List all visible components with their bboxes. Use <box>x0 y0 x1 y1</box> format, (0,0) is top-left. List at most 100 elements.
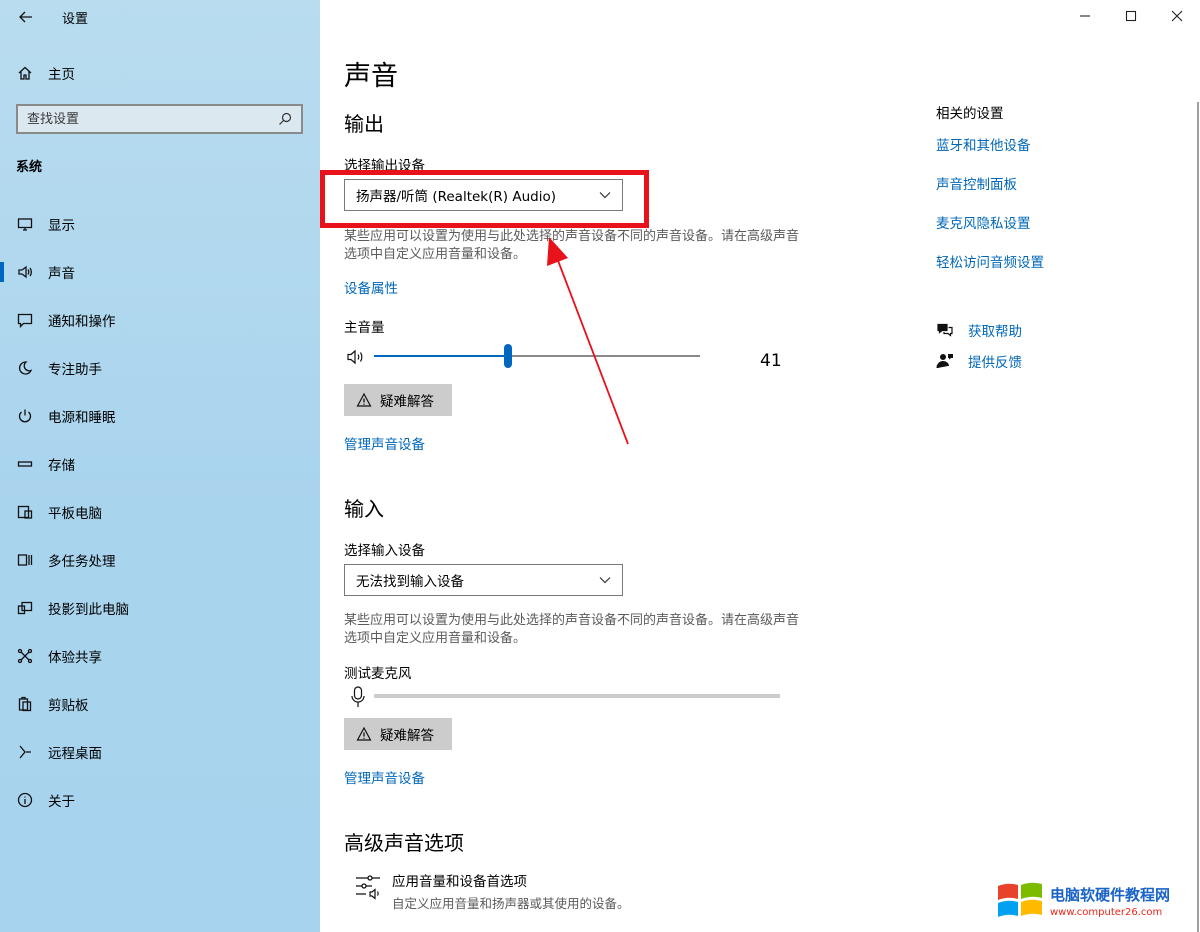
sidebar-item-label: 主页 <box>48 67 75 83</box>
output-heading: 输出 <box>344 112 384 136</box>
sound-control-panel-link[interactable]: 声音控制面板 <box>936 173 1044 212</box>
speaker-icon <box>16 263 34 281</box>
maximize-button[interactable] <box>1108 0 1154 32</box>
tablet-icon <box>16 503 34 521</box>
input-device-value: 无法找到输入设备 <box>356 574 464 590</box>
related-settings-title: 相关的设置 <box>936 106 1004 122</box>
give-feedback-label: 提供反馈 <box>968 354 1022 371</box>
sidebar-item-label: 远程桌面 <box>48 746 102 762</box>
windows-logo-icon <box>998 882 1042 917</box>
sidebar-item-label: 平板电脑 <box>48 506 102 522</box>
info-icon <box>16 791 34 809</box>
search-input[interactable] <box>27 111 267 127</box>
device-properties-link[interactable]: 设备属性 <box>344 277 398 297</box>
give-feedback-link[interactable]: 提供反馈 <box>936 345 1022 376</box>
moon-icon <box>16 359 34 377</box>
notification-icon <box>16 311 34 329</box>
volume-slider-fill <box>374 355 508 357</box>
get-help-link[interactable]: 获取帮助 <box>936 314 1022 345</box>
close-icon <box>1171 10 1183 22</box>
sidebar-item-project[interactable]: 投影到此电脑 <box>0 584 320 632</box>
sidebar-item-label: 体验共享 <box>48 650 102 666</box>
sidebar-nav: 显示 声音 通知和操作 专注助手 电源和睡眠 存储 平板电脑 多任务处理 投影到… <box>0 200 320 824</box>
sidebar-item-label: 关于 <box>48 794 75 810</box>
output-manage-devices-link[interactable]: 管理声音设备 <box>344 433 425 453</box>
sidebar-section-title: 系统 <box>16 160 43 175</box>
related-settings: 相关的设置 蓝牙和其他设备 声音控制面板 麦克风隐私设置 轻松访问音频设置 <box>936 102 1044 290</box>
troubleshoot-label: 疑难解答 <box>380 394 434 410</box>
sidebar-item-display[interactable]: 显示 <box>0 200 320 248</box>
share-icon <box>16 647 34 665</box>
title-bar: 设置 <box>0 0 320 34</box>
minimize-icon <box>1080 15 1090 17</box>
sidebar-item-remote-desktop[interactable]: 远程桌面 <box>0 728 320 776</box>
sidebar-item-clipboard[interactable]: 剪贴板 <box>0 680 320 728</box>
feedback-icon <box>936 353 953 368</box>
output-troubleshoot-button[interactable]: 疑难解答 <box>344 384 452 416</box>
input-manage-devices-link[interactable]: 管理声音设备 <box>344 767 425 787</box>
annotation-highlight-box <box>320 170 649 228</box>
scrollbar[interactable] <box>1197 102 1199 932</box>
bluetooth-devices-link[interactable]: 蓝牙和其他设备 <box>936 134 1044 173</box>
input-troubleshoot-button[interactable]: 疑难解答 <box>344 718 452 750</box>
sidebar-item-shared-experiences[interactable]: 体验共享 <box>0 632 320 680</box>
help-chat-icon <box>937 323 953 337</box>
search-icon <box>279 112 292 125</box>
sidebar-item-storage[interactable]: 存储 <box>0 440 320 488</box>
back-button[interactable] <box>14 6 38 28</box>
help-section: 获取帮助 提供反馈 <box>936 314 1022 376</box>
sidebar-item-label: 存储 <box>48 458 75 474</box>
power-icon <box>16 407 34 425</box>
home-icon <box>16 64 34 82</box>
project-icon <box>16 599 34 617</box>
volume-value: 41 <box>760 351 782 371</box>
storage-icon <box>16 455 34 473</box>
input-device-dropdown[interactable]: 无法找到输入设备 <box>344 564 623 596</box>
app-title: 设置 <box>62 12 89 27</box>
watermark: 电脑软硬件教程网 www.computer26.com <box>996 876 1196 926</box>
multitask-icon <box>16 551 34 569</box>
search-box[interactable] <box>16 104 303 134</box>
sidebar-item-multitasking[interactable]: 多任务处理 <box>0 536 320 584</box>
output-description: 某些应用可以设置为使用与此处选择的声音设备不同的声音设备。请在高级声音选项中自定… <box>344 229 800 262</box>
sidebar: 设置 主页 系统 显示 声音 通知和操作 专注助手 电源和睡眠 <box>0 0 320 932</box>
master-volume-label: 主音量 <box>344 320 385 336</box>
mixer-icon <box>356 875 380 900</box>
sidebar-item-label: 投影到此电脑 <box>48 602 129 618</box>
mic-level-bar <box>374 694 780 698</box>
get-help-label: 获取帮助 <box>968 323 1022 340</box>
sidebar-item-power[interactable]: 电源和睡眠 <box>0 392 320 440</box>
watermark-url: www.computer26.com <box>1050 907 1163 918</box>
master-volume-slider[interactable] <box>374 344 700 368</box>
volume-slider-thumb[interactable] <box>503 344 512 368</box>
sidebar-item-label: 专注助手 <box>48 362 102 378</box>
sidebar-item-notifications[interactable]: 通知和操作 <box>0 296 320 344</box>
minimize-button[interactable] <box>1062 0 1108 32</box>
ease-of-access-audio-link[interactable]: 轻松访问音频设置 <box>936 251 1044 290</box>
microphone-icon <box>351 686 365 707</box>
window-controls <box>1062 0 1200 32</box>
sidebar-item-label: 多任务处理 <box>48 554 116 570</box>
sidebar-item-about[interactable]: 关于 <box>0 776 320 824</box>
test-mic-label: 测试麦克风 <box>344 666 412 682</box>
main-content: 声音 输出 选择输出设备 扬声器/听筒 (Realtek(R) Audio) 某… <box>320 0 1200 932</box>
sidebar-item-focus-assist[interactable]: 专注助手 <box>0 344 320 392</box>
sidebar-item-label: 显示 <box>48 218 75 234</box>
clipboard-icon <box>16 695 34 713</box>
warning-icon <box>356 726 372 741</box>
sidebar-item-tablet[interactable]: 平板电脑 <box>0 488 320 536</box>
app-volume-description: 自定义应用音量和扬声器或其使用的设备。 <box>392 896 630 911</box>
warning-icon <box>356 392 372 407</box>
chevron-down-icon <box>599 577 611 584</box>
watermark-title: 电脑软硬件教程网 <box>1050 886 1171 904</box>
sidebar-item-sound[interactable]: 声音 <box>0 248 320 296</box>
sidebar-item-home[interactable]: 主页 <box>0 58 320 88</box>
mic-privacy-link[interactable]: 麦克风隐私设置 <box>936 212 1044 251</box>
input-heading: 输入 <box>344 497 384 521</box>
remote-desktop-icon <box>16 743 34 761</box>
sidebar-item-label: 电源和睡眠 <box>48 410 116 426</box>
app-volume-preferences-item[interactable]: 应用音量和设备首选项 自定义应用音量和扬声器或其使用的设备。 <box>354 870 630 912</box>
close-button[interactable] <box>1154 0 1200 32</box>
volume-icon[interactable] <box>346 348 366 366</box>
app-volume-title: 应用音量和设备首选项 <box>392 874 527 890</box>
